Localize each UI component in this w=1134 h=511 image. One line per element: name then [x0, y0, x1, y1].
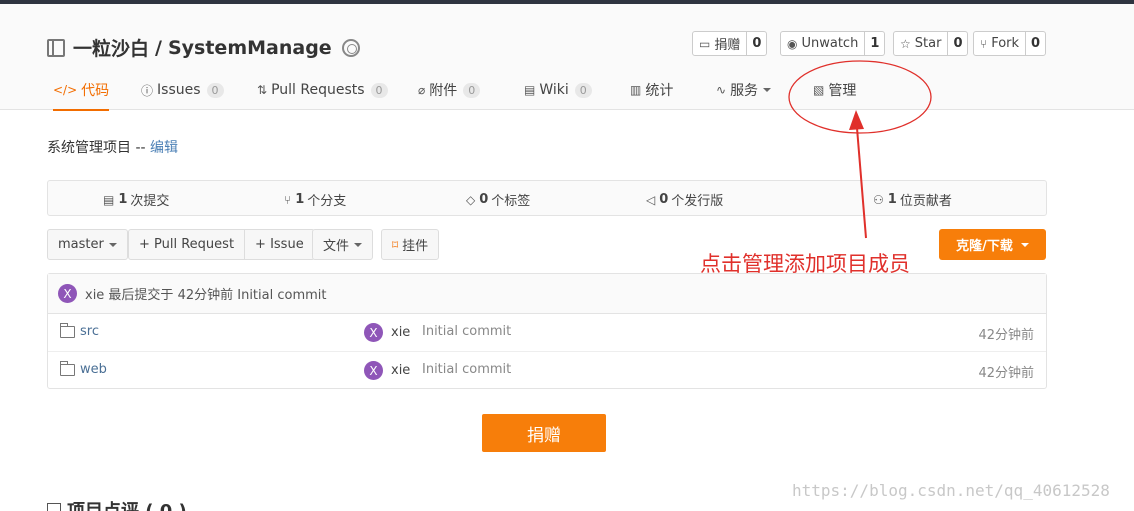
annotation-arrow-line	[856, 127, 867, 239]
watermark: https://blog.csdn.net/qq_40612528	[792, 481, 1110, 500]
annotation-overlay	[788, 60, 932, 239]
annotation-arrow-head	[849, 110, 864, 130]
annotation-text: 点击管理添加项目成员	[700, 252, 910, 276]
